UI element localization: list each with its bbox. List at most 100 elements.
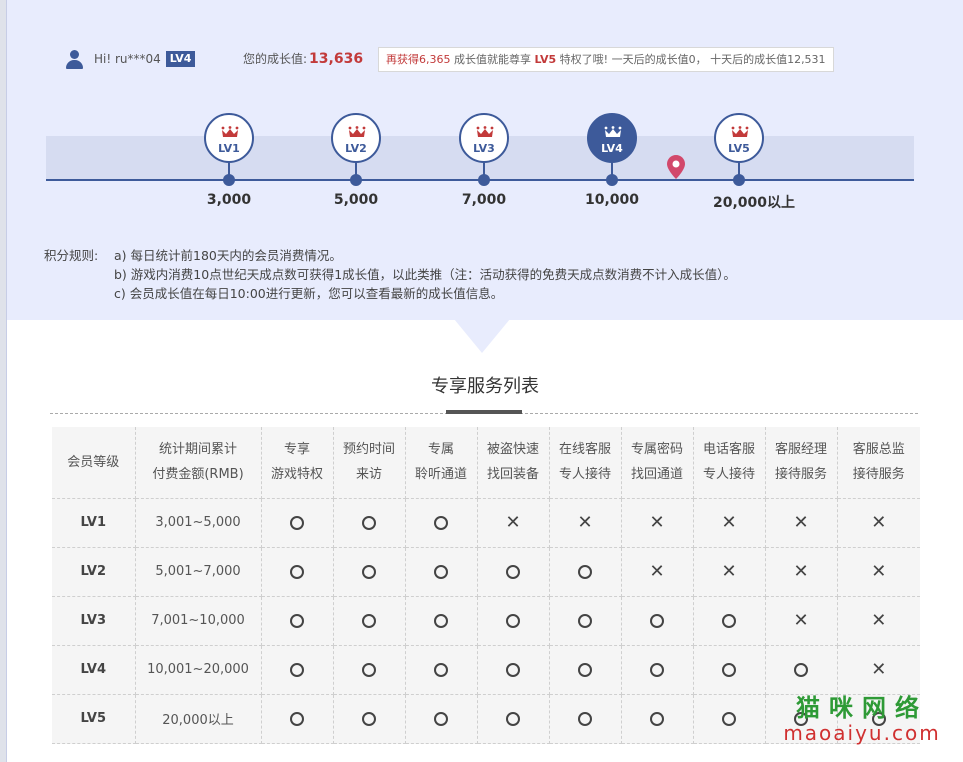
row-amount: 20,000以上 (135, 694, 262, 744)
circle-icon (362, 515, 376, 530)
rule-a: a) 每日统计前180天内的会员消费情况。 (114, 248, 342, 263)
cross-icon: ✕ (721, 560, 737, 582)
header-line: 游戏特权 (270, 467, 323, 483)
available-cell (405, 547, 478, 597)
cross-icon: ✕ (505, 511, 521, 533)
circle-icon (290, 515, 304, 530)
header-line: 专享 (283, 442, 310, 458)
circle-icon (506, 711, 520, 726)
row-amount: 3,001~5,000 (135, 498, 262, 548)
available-cell (549, 694, 622, 744)
level-threshold: 20,000以上 (712, 195, 796, 211)
table-header-cell: 被盗快速 找回装备 (477, 427, 550, 499)
unavailable-cell: ✕ (765, 547, 838, 597)
header-line: 电话客服 (702, 442, 755, 458)
growth-value: 您的成长值: 13,636 (243, 50, 363, 67)
available-cell (549, 645, 622, 695)
section-title: 专享服务列表 (431, 376, 539, 397)
table-row: LV4 10,001~20,000 ✕ (52, 645, 920, 695)
circle-icon (650, 711, 664, 726)
header-line: 统计期间累计 (158, 442, 237, 458)
available-cell (261, 645, 334, 695)
available-cell (261, 498, 334, 548)
rule-b: b) 游戏内消费10点世纪天成点数可获得1成长值，以此类推（注：活动获得的免费天… (114, 267, 736, 282)
available-cell (261, 694, 334, 744)
available-cell (477, 547, 550, 597)
level-node-lv1: LV1 (204, 113, 254, 163)
crown-icon (476, 126, 494, 137)
table-header-cell: 专享 游戏特权 (261, 427, 334, 499)
level-node-label: LV5 (728, 142, 750, 155)
available-cell (621, 694, 694, 744)
unavailable-cell: ✕ (837, 645, 920, 695)
level-node-label: LV2 (345, 142, 367, 155)
tip-level: LV5 (534, 53, 557, 66)
location-pin-icon (667, 155, 685, 179)
tip-prefix: 再获得6,365 (386, 53, 451, 66)
available-cell (693, 694, 766, 744)
circle-icon (506, 613, 520, 628)
header-line: 来访 (355, 467, 382, 483)
unavailable-cell: ✕ (693, 498, 766, 548)
unavailable-cell: ✕ (621, 498, 694, 548)
level-node-lv5: LV5 (714, 113, 764, 163)
cross-icon: ✕ (871, 560, 887, 582)
available-cell (333, 498, 406, 548)
level-node-lv2: LV2 (331, 113, 381, 163)
unavailable-cell: ✕ (765, 596, 838, 646)
watermark: 猫咪网络 maoaiyu.com (772, 688, 952, 745)
section-divider-mark (446, 410, 522, 414)
header-line: 找回装备 (486, 467, 539, 483)
row-level: LV1 (52, 498, 136, 548)
header-line: 接待服务 (852, 467, 905, 483)
crown-icon (604, 126, 622, 137)
available-cell (549, 596, 622, 646)
available-cell (621, 645, 694, 695)
cross-icon: ✕ (649, 511, 665, 533)
level-dot (223, 174, 235, 186)
available-cell (405, 596, 478, 646)
circle-icon (722, 613, 736, 628)
unavailable-cell: ✕ (837, 596, 920, 646)
table-header-cell: 客服经理 接待服务 (765, 427, 838, 499)
available-cell (405, 645, 478, 695)
header-line: 客服经理 (774, 442, 827, 458)
circle-icon (434, 515, 448, 530)
watermark-en: maoaiyu.com (783, 721, 941, 745)
crown-icon (221, 126, 239, 137)
cross-icon: ✕ (793, 560, 809, 582)
unavailable-cell: ✕ (837, 547, 920, 597)
unavailable-cell: ✕ (621, 547, 694, 597)
header-line: 找回通道 (630, 467, 683, 483)
header-line: 专属 (427, 442, 454, 458)
header-line: 接待服务 (774, 467, 827, 483)
table-header-cell: 专属密码 找回通道 (621, 427, 694, 499)
table-header-cell: 电话客服 专人接待 (693, 427, 766, 499)
growth-tip: 再获得6,365 成长值就能尊享 LV5 特权了哦! 一天后的成长值0， 十天后… (378, 47, 834, 72)
rules-title: 积分规则: (44, 248, 99, 263)
level-node-lv4: LV4 (587, 113, 637, 163)
row-amount: 10,001~20,000 (135, 645, 262, 695)
cross-icon: ✕ (871, 609, 887, 631)
circle-icon (506, 564, 520, 579)
circle-icon (362, 613, 376, 628)
user-icon (66, 49, 83, 69)
panel-notch (454, 319, 510, 353)
header-line: 聆听通道 (414, 467, 467, 483)
available-cell (477, 645, 550, 695)
tip-suffix: 特权了哦! 一天后的成长值0， 十天后的成长值12,531 (556, 53, 826, 66)
available-cell (693, 596, 766, 646)
available-cell (765, 645, 838, 695)
circle-icon (362, 662, 376, 677)
available-cell (477, 596, 550, 646)
level-dot (350, 174, 362, 186)
header-line: 预约时间 (342, 442, 395, 458)
cross-icon: ✕ (871, 658, 887, 680)
table-row: LV3 7,001~10,000 ✕ ✕ (52, 596, 920, 646)
available-cell (333, 694, 406, 744)
user-level-badge: LV4 (165, 51, 196, 67)
level-threshold: 10,000 (584, 192, 640, 208)
level-dot (606, 174, 618, 186)
circle-icon (506, 662, 520, 677)
crown-icon (348, 126, 366, 137)
